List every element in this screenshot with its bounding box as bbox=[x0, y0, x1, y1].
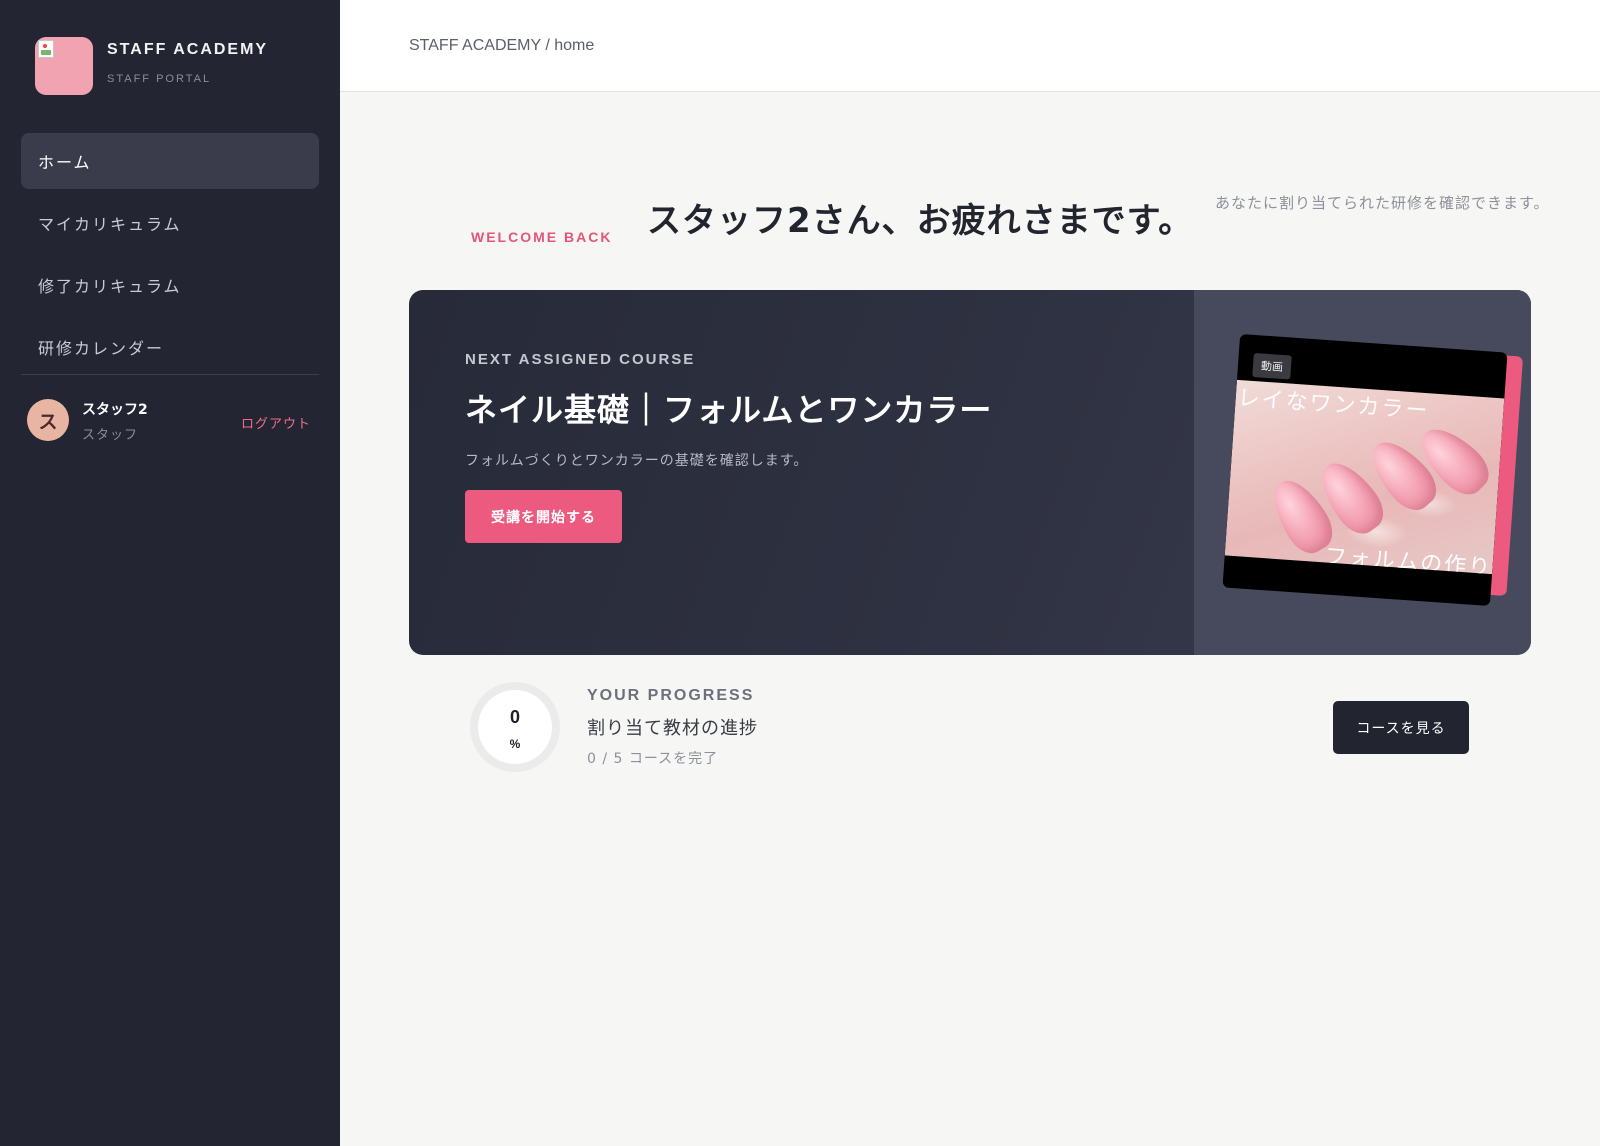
progress-eyebrow: YOUR PROGRESS bbox=[587, 687, 755, 704]
sidebar-item-training-calendar[interactable]: 研修カレンダー bbox=[21, 319, 319, 375]
start-course-button[interactable]: 受講を開始する bbox=[465, 490, 622, 543]
progress-count: 0 / 5 コースを完了 bbox=[587, 751, 719, 767]
thumbnail-caption-bottom: フォルムの作り bbox=[1323, 544, 1493, 575]
thumbnail-image: レイなワンカラー フォルムの作り bbox=[1224, 379, 1505, 575]
user-role: スタッフ bbox=[82, 428, 139, 443]
progress-ring-center: 0 % bbox=[478, 690, 552, 764]
brand[interactable]: STAFF ACADEMY STAFF PORTAL bbox=[35, 37, 335, 97]
next-course-description: フォルムづくりとワンカラーの基礎を確認します。 bbox=[465, 453, 809, 469]
logout-link[interactable]: ログアウト bbox=[241, 413, 311, 432]
video-badge: 動画 bbox=[1252, 352, 1292, 380]
progress-ring: 0 % bbox=[470, 682, 560, 772]
progress-title: 割り当て教材の進捗 bbox=[587, 718, 758, 739]
brand-subtitle: STAFF PORTAL bbox=[107, 73, 212, 85]
avatar: ス bbox=[27, 399, 69, 441]
sidebar-item-completed-curriculum[interactable]: 修了カリキュラム bbox=[21, 257, 319, 313]
sidebar-item-home[interactable]: ホーム bbox=[21, 133, 319, 189]
brand-name: STAFF ACADEMY bbox=[107, 41, 269, 58]
top-bar: STAFF ACADEMY / home bbox=[340, 0, 1600, 92]
welcome-eyebrow: WELCOME BACK bbox=[471, 229, 613, 245]
broken-image-icon bbox=[38, 40, 54, 58]
next-course-card: NEXT ASSIGNED COURSE ネイル基礎｜フォルムとワンカラー フォ… bbox=[409, 290, 1531, 655]
thumbnail-caption-top: レイなワンカラー bbox=[1236, 385, 1431, 425]
breadcrumb: STAFF ACADEMY / home bbox=[409, 37, 595, 54]
sidebar-divider bbox=[21, 374, 319, 375]
course-thumbnail[interactable]: レイなワンカラー フォルムの作り 動画 bbox=[1222, 333, 1508, 607]
user-name: スタッフ2 bbox=[82, 402, 148, 418]
next-course-title: ネイル基礎｜フォルムとワンカラー bbox=[465, 391, 993, 429]
welcome-description: あなたに割り当てられた研修を確認できます。 bbox=[1215, 194, 1550, 212]
user-panel: ス スタッフ2 スタッフ ログアウト bbox=[27, 399, 319, 443]
course-thumbnail-panel: レイなワンカラー フォルムの作り 動画 bbox=[1194, 290, 1531, 655]
sidebar-item-my-curriculum[interactable]: マイカリキュラム bbox=[21, 195, 319, 251]
sidebar: STAFF ACADEMY STAFF PORTAL ホーム マイカリキュラム … bbox=[0, 0, 340, 1146]
progress-section: 0 % YOUR PROGRESS 割り当て教材の進捗 0 / 5 コースを完了… bbox=[465, 680, 1475, 775]
sidebar-nav: ホーム マイカリキュラム 修了カリキュラム 研修カレンダー bbox=[21, 133, 319, 381]
view-courses-button[interactable]: コースを見る bbox=[1333, 701, 1469, 754]
page-title: スタッフ2さん、お疲れさまです。 bbox=[647, 201, 1194, 241]
next-course-eyebrow: NEXT ASSIGNED COURSE bbox=[465, 351, 696, 368]
progress-percent-unit: % bbox=[509, 737, 521, 751]
progress-percent: 0 bbox=[509, 707, 520, 727]
brand-logo bbox=[35, 37, 93, 95]
